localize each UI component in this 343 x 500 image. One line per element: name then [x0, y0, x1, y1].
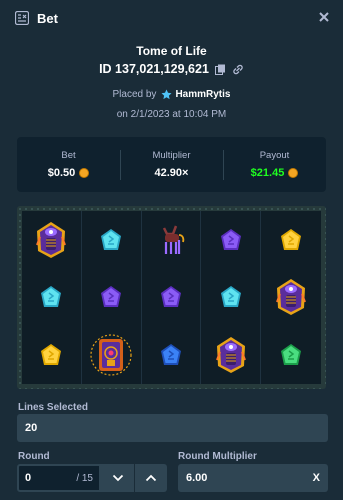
stat-multiplier: Multiplier 42.90×	[120, 137, 223, 192]
purple-rune-icon	[160, 286, 181, 308]
slot-board	[17, 206, 326, 389]
username[interactable]: HammRytis	[175, 89, 230, 100]
bet-date: on 2/1/2023 at 10:04 PM	[116, 109, 227, 120]
bet-id-row: ID 137,021,129,621	[0, 62, 343, 76]
game-name[interactable]: Tome of Life	[0, 44, 343, 58]
slot-cell-blue-rune	[142, 326, 202, 384]
pharaoh-icon	[36, 221, 67, 258]
bet-id: ID 137,021,129,621	[99, 62, 209, 76]
slot-cell-cyan-rune	[22, 268, 82, 327]
slot-cell-cyan-rune	[201, 268, 262, 327]
slot-cell-green-rune	[261, 326, 321, 384]
chevron-down-icon	[112, 474, 123, 482]
round-multiplier-clear[interactable]: X	[313, 472, 320, 484]
stat-payout-label: Payout	[259, 150, 290, 161]
bet-icon	[15, 11, 29, 25]
link-icon[interactable]	[232, 64, 244, 75]
green-rune-icon	[281, 344, 302, 366]
round-multiplier-field[interactable]: 6.00 X	[178, 464, 328, 492]
blue-rune-icon	[160, 344, 181, 366]
round-value: 0	[25, 472, 32, 484]
yellow-rune-icon	[281, 228, 302, 250]
stat-bet: Bet $0.50	[17, 137, 120, 192]
stat-payout-value-row: $21.45	[251, 167, 299, 179]
round-input[interactable]: 0 / 15	[17, 464, 101, 492]
pharaoh-icon	[276, 279, 307, 316]
slot-grid	[22, 211, 321, 384]
slot-cell-tome	[82, 326, 142, 384]
modal-header: Bet	[0, 0, 343, 36]
slot-cell-purple-rune	[82, 268, 142, 327]
round-total: / 15	[76, 472, 93, 484]
stat-bet-label: Bet	[61, 150, 76, 161]
round-multiplier-label: Round Multiplier	[178, 451, 257, 462]
round-down-button[interactable]	[101, 464, 134, 492]
purple-rune-icon	[101, 286, 122, 308]
placed-by-row: Placed by HammRytis	[0, 89, 343, 100]
stat-multiplier-label: Multiplier	[152, 150, 191, 161]
stat-multiplier-value: 42.90×	[154, 167, 189, 179]
copy-icon[interactable]	[214, 64, 226, 75]
tome-icon	[90, 334, 132, 376]
slot-cell-pharaoh	[201, 326, 262, 384]
cyan-rune-icon	[41, 286, 62, 308]
slot-cell-pharaoh	[22, 211, 82, 269]
chevron-up-icon	[145, 474, 157, 482]
coin-icon	[288, 168, 299, 178]
slot-cell-purple-rune	[142, 268, 202, 327]
jackal-icon	[162, 225, 185, 254]
round-control: 0 / 15	[17, 464, 167, 492]
purple-rune-icon	[220, 228, 241, 250]
placed-by-label: Placed by	[112, 89, 157, 100]
slot-cell-yellow-rune	[261, 211, 321, 269]
slot-cell-jackal	[142, 211, 202, 269]
stat-payout: Payout $21.45	[223, 137, 326, 192]
stat-payout-value: $21.45	[250, 167, 285, 179]
modal-title: Bet	[37, 10, 58, 26]
round-label: Round	[18, 451, 50, 462]
bet-stats: Bet $0.50 Multiplier 42.90× Payout $21.4…	[17, 137, 326, 192]
close-icon[interactable]	[317, 10, 331, 24]
slot-cell-yellow-rune	[22, 326, 82, 384]
coin-icon	[79, 168, 90, 178]
lines-selected-field[interactable]: 20	[17, 414, 328, 442]
lines-label: Lines Selected	[18, 402, 89, 413]
pharaoh-icon	[215, 337, 246, 374]
round-multiplier-value: 6.00	[186, 472, 208, 484]
round-up-button[interactable]	[134, 464, 167, 492]
stat-bet-value-row: $0.50	[48, 167, 90, 179]
vip-star-icon	[161, 89, 172, 100]
cyan-rune-icon	[220, 286, 241, 308]
slot-cell-purple-rune	[201, 211, 262, 269]
yellow-rune-icon	[41, 344, 62, 366]
cyan-rune-icon	[101, 228, 122, 250]
stat-bet-value: $0.50	[47, 167, 76, 179]
slot-cell-pharaoh	[261, 269, 321, 327]
slot-cell-cyan-rune	[82, 211, 142, 269]
